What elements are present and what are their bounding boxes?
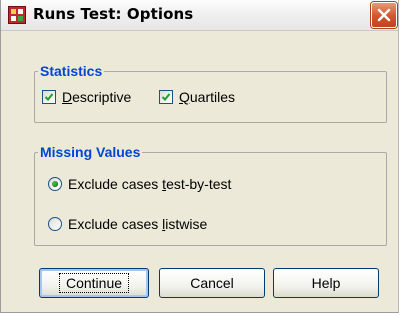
app-grid-icon (8, 6, 26, 24)
exclude-listwise-radio[interactable]: Exclude cases listwise (48, 216, 207, 232)
missing-values-legend: Missing Values (40, 144, 141, 160)
radio-button[interactable] (48, 177, 62, 191)
descriptive-label: Descriptive (62, 89, 132, 105)
cancel-label: Cancel (190, 275, 234, 291)
statistics-group: Statistics Descriptive Quartiles (34, 63, 387, 123)
continue-label: Continue (58, 273, 130, 293)
checkmark-icon (44, 93, 54, 101)
close-button[interactable] (371, 2, 397, 28)
cancel-button[interactable]: Cancel (159, 268, 265, 298)
descriptive-check-box[interactable] (42, 90, 56, 104)
radio-button[interactable] (48, 217, 62, 231)
exclude-test-by-test-label: Exclude cases test-by-test (68, 176, 232, 192)
continue-button[interactable]: Continue (39, 268, 149, 298)
quartiles-check-box[interactable] (159, 90, 173, 104)
quartiles-label: Quartiles (179, 89, 236, 105)
radio-selected-dot (52, 181, 58, 187)
help-button[interactable]: Help (273, 268, 379, 298)
exclude-test-by-test-radio[interactable]: Exclude cases test-by-test (48, 176, 231, 192)
descriptive-checkbox[interactable]: Descriptive (42, 89, 131, 105)
close-icon (377, 8, 391, 22)
dialog-title: Runs Test: Options (33, 5, 194, 23)
quartiles-checkbox[interactable]: Quartiles (159, 89, 235, 105)
help-label: Help (311, 275, 341, 291)
checkmark-icon (161, 93, 171, 101)
title-bar[interactable]: Runs Test: Options (1, 0, 398, 31)
statistics-legend: Statistics (40, 63, 103, 79)
missing-values-group: Missing Values Exclude cases test-by-tes… (34, 144, 387, 246)
exclude-listwise-label: Exclude cases listwise (68, 216, 208, 232)
options-dialog: Runs Test: Options Statistics Descriptiv… (0, 0, 399, 313)
